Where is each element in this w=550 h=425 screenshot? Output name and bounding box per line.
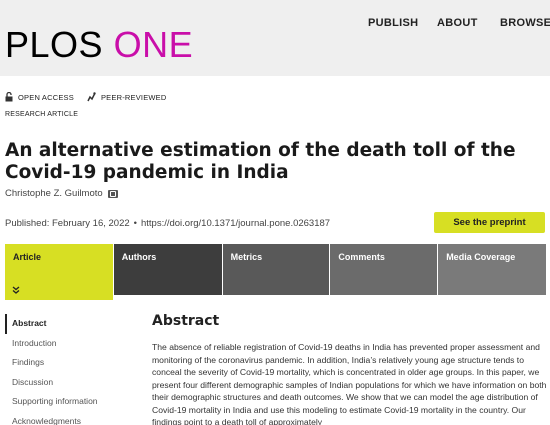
peer-reviewed-label: PEER-REVIEWED — [100, 92, 167, 102]
peer-reviewed-icon — [87, 92, 96, 102]
tab-authors[interactable]: Authors — [113, 244, 222, 295]
open-access-label: OPEN ACCESS — [18, 92, 74, 102]
article-tabs: Article Authors Metrics Comments Media C… — [5, 244, 546, 300]
abstract-heading: Abstract — [152, 313, 220, 329]
double-chevron-down-icon — [12, 286, 20, 294]
tab-media-coverage[interactable]: Media Coverage — [438, 244, 546, 295]
section-navigation: Abstract Introduction Findings Discussio… — [5, 314, 135, 425]
logo-one: ONE — [113, 24, 194, 65]
plos-one-logo[interactable]: PLOS ONE — [5, 27, 193, 63]
author-name[interactable]: Christophe Z. Guilmoto — [5, 188, 103, 199]
sidenav-item-abstract[interactable]: Abstract — [5, 314, 135, 334]
peer-reviewed-badge: PEER-REVIEWED — [87, 92, 167, 102]
open-access-badge: OPEN ACCESS — [5, 92, 74, 102]
tab-metrics[interactable]: Metrics — [222, 244, 330, 295]
tab-article[interactable]: Article — [5, 244, 113, 300]
abstract-text: The absence of reliable registration of … — [152, 342, 547, 425]
sidenav-item-findings[interactable]: Findings — [5, 353, 135, 373]
email-icon[interactable] — [107, 189, 118, 198]
tab-comments[interactable]: Comments — [330, 244, 438, 295]
sidenav-item-supporting-information[interactable]: Supporting information — [5, 392, 135, 412]
nav-browse-link[interactable]: BROWSE — [500, 17, 550, 29]
see-preprint-button[interactable]: See the preprint — [434, 212, 545, 233]
tab-authors-label: Authors — [121, 252, 157, 262]
article-badges: OPEN ACCESS PEER-REVIEWED — [5, 91, 180, 103]
publication-info: Published: February 16, 2022 • https://doi… — [5, 218, 330, 229]
nav-publish-link[interactable]: PUBLISH — [368, 17, 418, 29]
logo-plos: PLOS — [5, 24, 104, 65]
tab-comments-label: Comments — [338, 252, 385, 262]
sidenav-item-acknowledgments[interactable]: Acknowledgments — [5, 412, 135, 425]
site-header: PLOS ONE PUBLISH ABOUT BROWSE — [0, 0, 550, 76]
tab-media-coverage-label: Media Coverage — [446, 252, 516, 262]
author-line: Christophe Z. Guilmoto — [5, 188, 118, 199]
bullet-separator: • — [133, 218, 137, 229]
tab-article-label: Article — [13, 252, 42, 262]
sidenav-item-introduction[interactable]: Introduction — [5, 334, 135, 354]
tab-metrics-label: Metrics — [230, 252, 263, 262]
article-title: An alternative estimation of the death t… — [5, 140, 516, 183]
open-lock-icon — [5, 92, 13, 102]
sidenav-item-discussion[interactable]: Discussion — [5, 373, 135, 393]
published-date: Published: February 16, 2022 — [5, 218, 130, 229]
nav-about-link[interactable]: ABOUT — [437, 17, 478, 29]
doi-link[interactable]: https://doi.org/10.1371/journal.pone.026… — [141, 218, 330, 229]
article-type: RESEARCH ARTICLE — [5, 111, 79, 118]
